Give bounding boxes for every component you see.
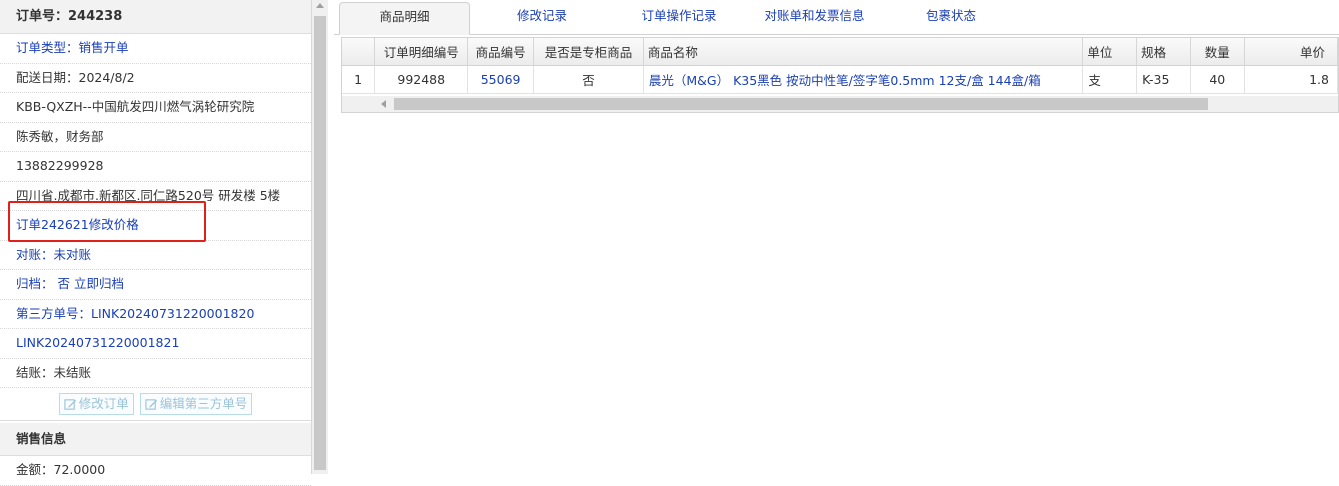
- edit-third-party-button[interactable]: 编辑第三方单号: [139, 393, 253, 415]
- order-number-title: 订单号：244238: [0, 0, 311, 34]
- scroll-up-arrow-icon[interactable]: [316, 3, 324, 8]
- scroll-left-arrow-icon[interactable]: [381, 100, 386, 108]
- sales-amount: 金额：72.0000: [0, 456, 311, 486]
- is-counter-product: 否: [533, 65, 644, 94]
- col-header-index: [342, 38, 376, 66]
- third-party-order-1[interactable]: 第三方单号：LINK20240731220001820: [0, 300, 311, 329]
- phone-number: 13882299928: [0, 152, 311, 182]
- edit-order-button[interactable]: 修改订单: [58, 393, 134, 415]
- delivery-date: 配送日期：2024/8/2: [0, 64, 311, 93]
- edit-icon: [145, 398, 157, 410]
- third-party-order-2[interactable]: LINK20240731220001821: [0, 329, 311, 359]
- archive-status[interactable]: 归档： 否 立即归档: [0, 270, 311, 300]
- reconciliation-status[interactable]: 对账：未对账: [0, 241, 311, 270]
- tab-product-details[interactable]: 商品明细: [339, 2, 470, 35]
- settlement-status: 结账：未结账: [0, 359, 311, 388]
- horizontal-scrollbar-thumb[interactable]: [394, 98, 1208, 110]
- col-header-unit-price[interactable]: 单价: [1244, 38, 1338, 66]
- product-grid: 订单明细编号 商品编号 是否是专柜商品 商品名称 单位 规格 数量 单价 1 9…: [341, 37, 1339, 113]
- edit-icon: [64, 398, 76, 410]
- table-header-row: 订单明细编号 商品编号 是否是专柜商品 商品名称 单位 规格 数量 单价: [342, 38, 1338, 66]
- col-header-spec[interactable]: 规格: [1136, 38, 1191, 66]
- horizontal-scrollbar[interactable]: [342, 96, 1338, 112]
- contact-person: 陈秀敏，财务部: [0, 123, 311, 152]
- detail-panel: 商品明细 修改记录 订单操作记录 对账单和发票信息 包裹状态 订单明细编号 商品…: [334, 0, 1339, 474]
- vertical-scrollbar[interactable]: [312, 0, 328, 474]
- spec: K-35: [1136, 65, 1191, 94]
- scrollbar-thumb[interactable]: [314, 16, 326, 470]
- row-index: 1: [342, 65, 376, 94]
- col-header-product-name[interactable]: 商品名称: [643, 38, 1084, 66]
- edit-order-label: 修改订单: [78, 396, 129, 411]
- quantity: 40: [1190, 65, 1245, 94]
- highlight-box: [8, 201, 206, 242]
- col-header-unit[interactable]: 单位: [1082, 38, 1138, 66]
- action-buttons: 修改订单 编辑第三方单号: [0, 388, 311, 421]
- order-info-panel: 订单号：244238 订单类型：销售开单 配送日期：2024/8/2 KBB-Q…: [0, 0, 312, 486]
- tab-package-status[interactable]: 包裹状态: [909, 2, 993, 33]
- tab-modification-log[interactable]: 修改记录: [490, 2, 594, 33]
- order-type[interactable]: 订单类型：销售开单: [0, 34, 311, 64]
- customer-name: KBB-QXZH--中国航发四川燃气涡轮研究院: [0, 93, 311, 123]
- unit-price: 1.8: [1244, 65, 1338, 94]
- unit: 支: [1082, 65, 1138, 94]
- table-row[interactable]: 1 992488 55069 否 晨光（M&G） K35黑色 按动中性笔/签字笔…: [342, 65, 1338, 94]
- tab-bar: 商品明细 修改记录 订单操作记录 对账单和发票信息 包裹状态: [334, 0, 1339, 35]
- col-header-detail-id[interactable]: 订单明细编号: [374, 38, 469, 66]
- edit-third-party-label: 编辑第三方单号: [159, 396, 248, 411]
- product-table: 订单明细编号 商品编号 是否是专柜商品 商品名称 单位 规格 数量 单价 1 9…: [342, 38, 1338, 94]
- tab-order-operation-log[interactable]: 订单操作记录: [623, 2, 735, 33]
- col-header-is-counter[interactable]: 是否是专柜商品: [533, 38, 644, 66]
- product-name-link[interactable]: 晨光（M&G） K35黑色 按动中性笔/签字笔0.5mm 12支/盒 144盒/…: [643, 65, 1084, 94]
- product-id-link[interactable]: 55069: [467, 65, 535, 94]
- detail-id: 992488: [374, 65, 469, 94]
- tab-statement-invoice[interactable]: 对账单和发票信息: [752, 2, 877, 33]
- col-header-quantity[interactable]: 数量: [1190, 38, 1245, 66]
- col-header-product-id[interactable]: 商品编号: [467, 38, 535, 66]
- sales-info-title: 销售信息: [0, 423, 311, 456]
